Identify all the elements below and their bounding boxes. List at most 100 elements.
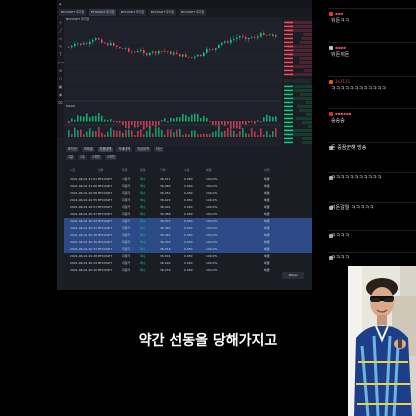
cell-filled: 100.0% (206, 268, 218, 272)
cell-time: 2021-06-01 20:51 (70, 205, 98, 209)
table-row[interactable]: 2021-06-01 20:31 BTCUSDT 지정가 매수 36,318 0.050 1… (64, 246, 312, 253)
cell-symbol: BTCUSDT (98, 191, 113, 195)
ask-price (284, 69, 293, 72)
trash-icon[interactable]: ⌧ (58, 101, 63, 105)
table-row[interactable]: 2021-06-01 20:58 BTCUSDT 지정가 매수 36,452 0.050 1… (64, 190, 312, 197)
cell-qty: 0.050 (184, 247, 193, 251)
volume-bar (71, 133, 73, 137)
table-row[interactable]: 2021-06-01 20:38 BTCUSDT 지정가 매수 36,342 0.050 1… (64, 232, 312, 239)
table-row[interactable]: 2021-06-01 20:51 BTCUSDT 지정가 매수 36,401 0.050 1… (64, 204, 312, 211)
macd-bar (227, 121, 229, 125)
table-row[interactable]: 2021-06-01 21:00 BTCUSDT 지정가 매수 36,480 0.050 1… (64, 183, 312, 190)
cell-status: 체결 (264, 261, 270, 265)
price-chart[interactable]: BTCUSDT 무기한 MACD (64, 17, 282, 147)
tables-button[interactable]: Tables (282, 272, 304, 279)
volume-bar (212, 132, 214, 137)
ask-depth (290, 25, 312, 28)
macd-bar (266, 114, 268, 122)
eye-icon[interactable]: ◉ (58, 93, 63, 97)
volume-bar (203, 133, 205, 137)
tab-symbol-5[interactable]: BTCUSDT 무기한 (179, 9, 207, 16)
candle-body (149, 52, 151, 56)
volume-bar (260, 128, 262, 137)
candle-body (254, 37, 256, 38)
candle-body (146, 53, 148, 56)
candle-body (122, 48, 124, 49)
volume-bar (146, 131, 148, 137)
tab-symbol-4[interactable]: BTCUSDT 무기한 (149, 9, 177, 16)
chat-message: ㅋㅋㅋㅋㅋㅋㅋㅋㅋㅋㅋ (328, 172, 416, 202)
order-book (282, 17, 312, 147)
candle-body (206, 48, 208, 53)
table-row[interactable]: 2021-06-01 20:55 BTCUSDT 지정가 매수 36,420 0.050 1… (64, 197, 312, 204)
chat-username[interactable]: ▪▪▪▪ (335, 45, 346, 51)
filter-3m[interactable]: 3개월 (104, 155, 117, 160)
table-row[interactable]: 2021-06-01 20:35 BTCUSDT 지정가 매수 36,330 0.050 1… (64, 239, 312, 246)
macd-bar (197, 113, 199, 122)
chat-text: 뒤돈갈릴 ㅋㅋㅋㅋㅋ (331, 205, 374, 211)
tab-order-history[interactable]: 주문내역 (97, 147, 114, 152)
volume-bar (179, 128, 181, 137)
tab-open-orders[interactable]: 미체결 (81, 147, 95, 152)
table-row[interactable]: 2021-06-01 20:47 BTCUSDT 지정가 매수 36,388 0.050 1… (64, 211, 312, 218)
text-tool-icon[interactable]: T (58, 53, 63, 57)
magnet-icon[interactable]: ∩ (58, 77, 63, 81)
macd-bar (248, 121, 250, 123)
table-row[interactable]: 2021-06-01 20:28 BTCUSDT 지정가 매수 36,301 0.050 1… (64, 253, 312, 260)
title-bar: ◆ (57, 0, 312, 8)
chat-username[interactable]: 1e1111 (335, 79, 350, 85)
candle-body (236, 37, 238, 39)
tab-symbol-3[interactable]: BTCUSDT 무기한 (119, 9, 147, 16)
tab-symbol-1[interactable]: BTCUSDT 무기한 (59, 9, 87, 16)
table-row[interactable]: 2021-06-01 21:01 BTCUSDT 시장가 매수 36,511 0.050 1… (64, 176, 312, 183)
col-status: 상태 (264, 168, 270, 172)
lock-icon[interactable]: ▣ (58, 85, 63, 89)
tab-assets[interactable]: 자산 (153, 147, 164, 152)
tab-funding[interactable]: 자금내역 (135, 147, 151, 152)
volume-bar (116, 130, 118, 137)
bid-depth (305, 113, 312, 116)
table-row[interactable]: 2021-06-01 20:41 BTCUSDT 지정가 매수 36,360 0.050 1… (64, 225, 312, 232)
brush-icon[interactable]: ✎ (58, 45, 63, 49)
cell-side: 매수 (140, 219, 146, 223)
cell-filled: 100.0% (206, 184, 218, 188)
candle-body (257, 36, 259, 38)
zoom-icon[interactable]: ⊕ (58, 69, 63, 73)
fib-icon[interactable]: ≡ (58, 37, 63, 41)
ask-price (284, 21, 293, 24)
cell-symbol: BTCUSDT (98, 177, 113, 181)
measure-icon[interactable]: ⟷ (58, 61, 64, 65)
crosshair-icon[interactable]: + (58, 21, 63, 25)
filter-1w[interactable]: 1주 (77, 155, 87, 160)
chat-username[interactable]: ▪▪▪ (335, 11, 343, 17)
trendline-icon[interactable]: ╱ (58, 29, 63, 33)
ask-price (284, 49, 293, 52)
candle-body (152, 51, 154, 53)
user-badge-icon (329, 112, 333, 116)
tab-position[interactable]: 포지션 (66, 147, 79, 152)
tab-symbol-2[interactable]: ETHUSDT 무기한 (89, 9, 117, 16)
volume-bar (104, 134, 106, 137)
volume-bar (137, 130, 139, 137)
tab-trade-history[interactable]: 거래내역 (116, 147, 133, 152)
table-row[interactable]: 2021-06-01 20:20 BTCUSDT 지정가 매수 36,276 0.050 1… (64, 267, 312, 274)
candle-body (272, 34, 274, 37)
cell-price: 36,452 (160, 191, 171, 195)
filter-1m[interactable]: 1개월 (89, 155, 102, 160)
table-row[interactable]: 2021-06-01 20:44 BTCUSDT 지정가 매수 36,375 0.050 1… (64, 218, 312, 225)
chat-message: ㅋㅋㅋㅋ (328, 230, 416, 252)
cell-symbol: BTCUSDT (98, 205, 113, 209)
macd-bar (185, 115, 187, 122)
cell-type: 지정가 (122, 254, 131, 258)
filter-1d[interactable]: 1일 (66, 155, 75, 160)
user-badge-icon (329, 80, 333, 84)
macd-bar (131, 121, 133, 126)
volume-bar (254, 131, 256, 137)
candle-body (131, 51, 133, 53)
table-row[interactable]: 2021-06-01 20:24 BTCUSDT 지정가 매수 36,290 0.050 1… (64, 260, 312, 267)
volume-bar (107, 131, 109, 137)
macd-bar (68, 121, 70, 124)
volume-bar (230, 129, 232, 137)
candle-body (95, 38, 97, 40)
chat-username[interactable]: ▪▪▪▪▪▪ (335, 111, 351, 117)
